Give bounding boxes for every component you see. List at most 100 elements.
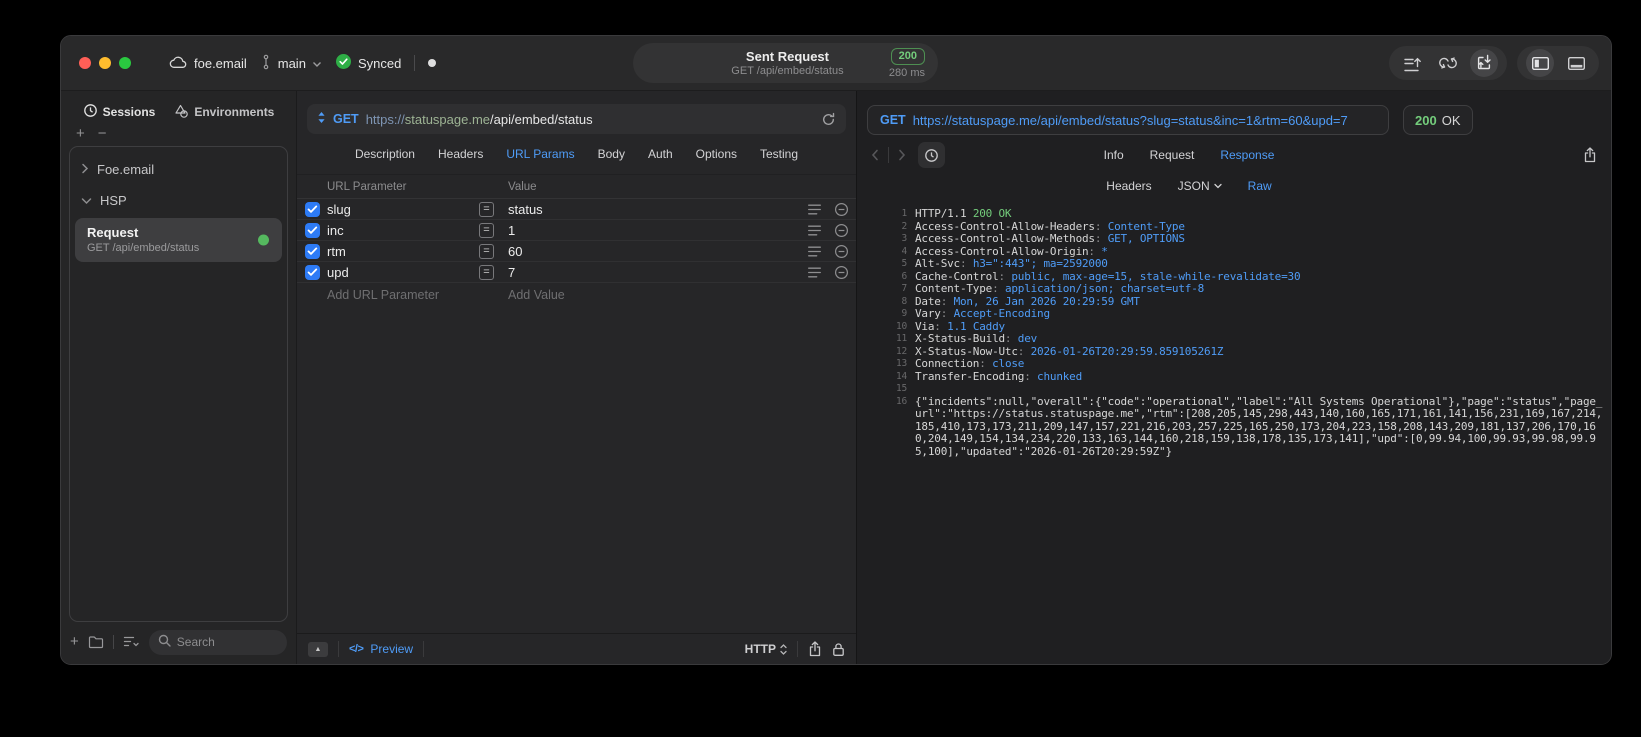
search-placeholder: Search <box>176 635 215 649</box>
response-top-bar: GET https://statuspage.me/api/embed/stat… <box>867 105 1601 135</box>
subtab-headers[interactable]: Headers <box>1106 179 1151 193</box>
preview-button[interactable]: </> Preview <box>349 642 413 656</box>
response-body-line: 14 Transfer-Encoding: chunked <box>895 369 1083 383</box>
chevron-down-icon <box>81 193 92 208</box>
tab-options[interactable]: Options <box>696 147 737 161</box>
param-table-header: URL Parameter Value <box>297 175 856 199</box>
branch-selector[interactable]: main <box>260 54 322 73</box>
sidebar: Sessions Environments + − Foe.email HSP <box>61 91 296 664</box>
param-remove-icon[interactable] <box>826 265 856 280</box>
sent-request-status: 200 280 ms <box>889 47 925 79</box>
new-request-icon[interactable]: + <box>70 634 79 649</box>
param-value-input[interactable]: 7 <box>501 265 802 280</box>
response-status-box: 200 OK <box>1403 105 1473 135</box>
workspace-item[interactable]: foe.email <box>169 55 247 72</box>
tab-sessions[interactable]: Sessions <box>83 103 155 121</box>
lock-icon[interactable] <box>832 642 845 657</box>
column-value: Value <box>508 180 537 193</box>
param-remove-icon[interactable] <box>826 223 856 238</box>
param-menu-icon[interactable] <box>802 204 826 215</box>
tab-url-params[interactable]: URL Params <box>506 147 574 161</box>
updown-chevrons-icon <box>780 643 787 655</box>
param-enabled-checkbox[interactable] <box>305 201 320 217</box>
param-name-input[interactable]: upd <box>327 265 479 280</box>
param-value-input[interactable]: 60 <box>501 244 802 259</box>
param-menu-icon[interactable] <box>802 225 826 236</box>
titlebar: foe.email main Synced Sent Request GET /… <box>61 36 1611 91</box>
param-remove-icon[interactable] <box>826 202 856 217</box>
tab-auth[interactable]: Auth <box>648 147 673 161</box>
tab-info[interactable]: Info <box>1104 148 1124 162</box>
export-requests-icon[interactable] <box>1398 49 1426 77</box>
zoom-window-button[interactable] <box>119 57 131 69</box>
param-name-input[interactable]: rtm <box>327 244 479 259</box>
response-method: GET <box>880 113 906 127</box>
tab-description[interactable]: Description <box>355 147 415 161</box>
toggle-sidebar-icon[interactable] <box>1526 49 1554 77</box>
environments-icon <box>173 103 189 122</box>
workspace-name: foe.email <box>194 55 247 71</box>
param-menu-icon[interactable] <box>802 267 826 278</box>
sent-request-pill[interactable]: Sent Request GET /api/embed/status 200 2… <box>633 43 938 83</box>
sync-branches-icon[interactable] <box>1434 49 1462 77</box>
add-item-icon[interactable]: + <box>76 126 85 143</box>
search-icon <box>158 634 171 650</box>
request-url-bar[interactable]: GET https://statuspage.me/api/embed/stat… <box>307 104 846 134</box>
response-body[interactable]: 1 HTTP/1.1 200 OK 2 Access-Control-Allow-He… <box>857 199 1611 664</box>
url-host: statuspage.me <box>404 111 491 127</box>
add-param-name-placeholder[interactable]: Add URL Parameter <box>327 288 479 302</box>
history-clock-icon <box>83 103 98 121</box>
tab-testing[interactable]: Testing <box>760 147 798 161</box>
param-value-input[interactable]: 1 <box>501 223 802 238</box>
protocol-select[interactable]: HTTP <box>745 642 787 656</box>
param-enabled-checkbox[interactable] <box>305 243 320 259</box>
sent-request-url-box[interactable]: GET https://statuspage.me/api/embed/stat… <box>867 105 1389 135</box>
subtab-json[interactable]: JSON <box>1178 179 1222 193</box>
tab-response[interactable]: Response <box>1220 148 1274 162</box>
filter-list-icon[interactable] <box>123 636 140 648</box>
request-url[interactable]: https://statuspage.me/api/embed/status <box>366 112 593 127</box>
param-enabled-checkbox[interactable] <box>305 222 320 238</box>
tab-request[interactable]: Request <box>1150 148 1195 162</box>
minimize-window-button[interactable] <box>99 57 111 69</box>
sent-request-title: Sent Request <box>745 49 829 64</box>
equals-badge: = <box>479 243 494 259</box>
request-list-item-selected[interactable]: Request GET /api/embed/status <box>75 218 282 262</box>
synced-check-icon <box>335 53 352 73</box>
request-tree: Foe.email HSP Request GET /api/embed/sta… <box>69 146 288 622</box>
sync-status[interactable]: Synced <box>335 53 401 73</box>
tree-group-foe-email[interactable]: Foe.email <box>70 154 287 185</box>
response-status-code: 200 <box>1415 112 1437 128</box>
param-value-input[interactable]: status <box>501 202 802 217</box>
import-request-icon[interactable] <box>1470 49 1498 77</box>
request-method: GET <box>333 112 359 126</box>
toggle-bottom-panel-icon[interactable] <box>1562 49 1590 77</box>
tab-headers[interactable]: Headers <box>438 147 483 161</box>
tab-body[interactable]: Body <box>598 147 625 161</box>
new-folder-icon[interactable] <box>88 635 104 649</box>
tab-environments[interactable]: Environments <box>173 103 274 122</box>
param-menu-icon[interactable] <box>802 246 826 257</box>
tree-group-hsp[interactable]: HSP <box>70 185 287 216</box>
param-enabled-checkbox[interactable] <box>305 264 320 280</box>
chevron-down-icon <box>312 56 322 71</box>
subtab-raw[interactable]: Raw <box>1248 179 1272 193</box>
collapse-panel-icon[interactable]: ▲ <box>308 641 328 657</box>
chevron-right-icon <box>81 162 89 177</box>
param-remove-icon[interactable] <box>826 244 856 259</box>
param-name-input[interactable]: inc <box>327 223 479 238</box>
resend-request-icon[interactable] <box>821 112 836 127</box>
method-select-icon[interactable] <box>317 111 326 127</box>
share-icon[interactable] <box>808 641 822 657</box>
response-viewer-panel: GET https://statuspage.me/api/embed/stat… <box>856 91 1611 664</box>
tree-group-label: Foe.email <box>97 162 155 177</box>
share-response-icon[interactable] <box>1583 147 1597 163</box>
cloud-icon <box>169 55 188 72</box>
param-add-row: Add URL Parameter Add Value <box>297 283 856 306</box>
sidebar-search-input[interactable]: Search <box>148 629 287 655</box>
close-window-button[interactable] <box>79 57 91 69</box>
titlebar-tools-group <box>1389 46 1507 80</box>
remove-item-icon[interactable]: − <box>98 126 107 143</box>
param-name-input[interactable]: slug <box>327 202 479 217</box>
add-param-value-placeholder[interactable]: Add Value <box>501 288 802 302</box>
